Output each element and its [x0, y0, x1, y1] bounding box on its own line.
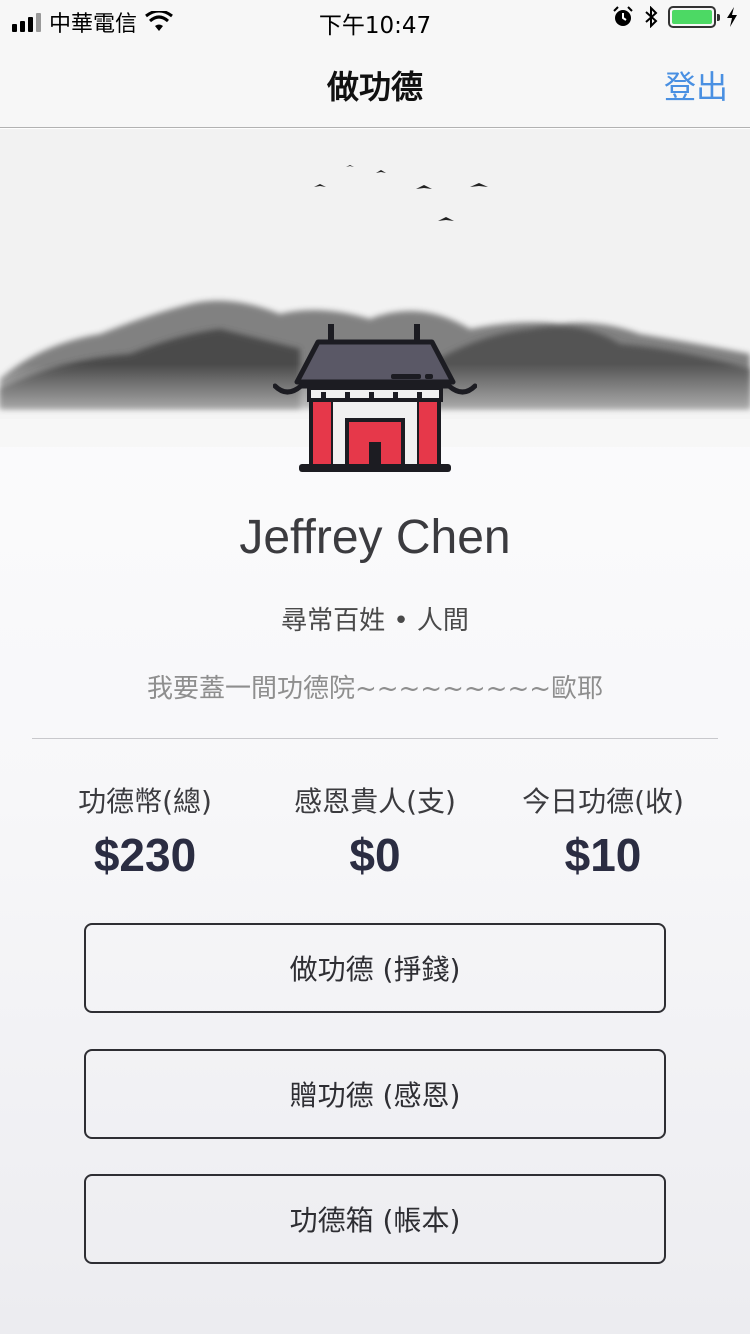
profile-rank: 尋常百姓 • 人間	[281, 606, 469, 636]
stat-today-merit: 今日功德(收) $10	[478, 780, 728, 882]
stat-total-merit: 功德幣(總) $230	[20, 780, 270, 882]
temple-icon	[273, 324, 477, 472]
alarm-icon	[613, 6, 633, 26]
stat-label: 功德幣(總)	[78, 785, 212, 818]
merit-box-button[interactable]: 功德箱 (帳本)	[84, 1174, 666, 1264]
earn-merit-button[interactable]: 做功德 (掙錢)	[84, 923, 666, 1013]
divider	[32, 738, 718, 739]
stat-label: 感恩貴人(支)	[294, 785, 456, 818]
nav-bar: 做功德 登出	[0, 40, 750, 128]
battery-icon	[668, 6, 720, 28]
stat-value: $230	[93, 829, 197, 881]
bluetooth-icon	[645, 6, 658, 28]
stat-value: $10	[564, 829, 642, 881]
page-title: 做功德	[326, 68, 423, 106]
profile-name: Jeffrey Chen	[239, 511, 511, 564]
status-bar: 中華電信 下午10:47	[0, 0, 750, 40]
birds-icon	[314, 165, 488, 221]
charging-icon	[727, 7, 737, 27]
logout-button[interactable]: 登出	[664, 62, 728, 108]
stat-benefactor: 感恩貴人(支) $0	[250, 780, 500, 882]
profile-motto: 我要蓋一間功德院~~~~~~~~~歐耶	[146, 674, 604, 704]
give-merit-button[interactable]: 贈功德 (感恩)	[84, 1049, 666, 1139]
stat-label: 今日功德(收)	[522, 785, 684, 818]
status-right	[612, 6, 738, 28]
stat-value: $0	[349, 829, 401, 881]
stats-row: 功德幣(總) $230 感恩貴人(支) $0 今日功德(收) $10	[0, 780, 750, 890]
